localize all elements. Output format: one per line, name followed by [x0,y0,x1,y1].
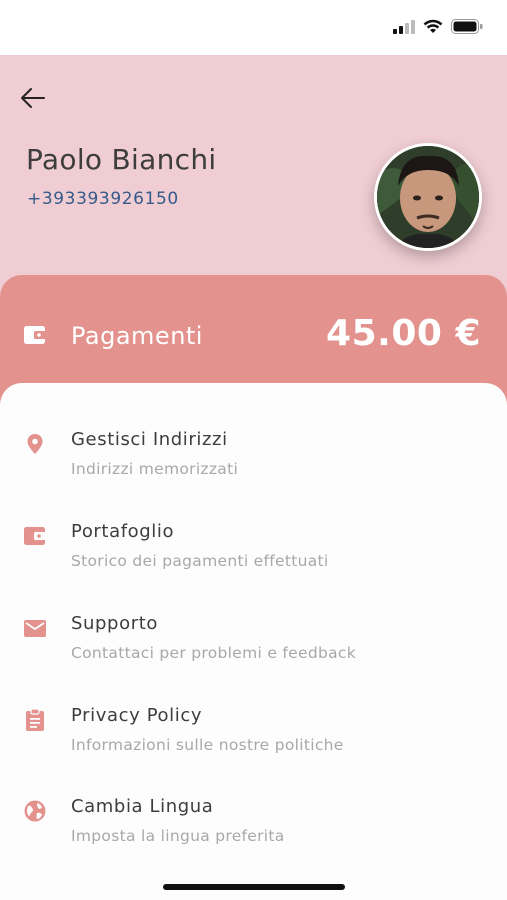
mail-icon [24,620,46,637]
menu-item-wallet[interactable]: Portafoglio Storico dei pagamenti effett… [0,521,507,597]
globe-icon [24,800,46,822]
menu-item-privacy-policy[interactable]: Privacy Policy Informazioni sulle nostre… [0,705,507,781]
status-bar [0,0,507,55]
menu-sheet: Gestisci Indirizzi Indirizzi memorizzati… [0,383,507,900]
wallet-icon [24,326,46,344]
menu-item-subtitle: Indirizzi memorizzati [71,460,239,478]
menu-item-title: Portafoglio [71,521,175,542]
battery-icon [451,19,483,34]
cellular-signal-icon [393,19,415,34]
menu-item-support[interactable]: Supporto Contattaci per problemi e feedb… [0,613,507,689]
wallet-icon [24,527,46,545]
menu-item-subtitle: Informazioni sulle nostre politiche [71,736,344,754]
menu-item-subtitle: Storico dei pagamenti effettuati [71,552,329,570]
profile-screen: Paolo Bianchi +393393926150 Pagamenti 45… [0,0,507,900]
status-icons [393,19,483,34]
user-phone: +393393926150 [27,189,179,209]
home-indicator[interactable] [163,884,345,890]
user-name: Paolo Bianchi [26,143,217,176]
back-button[interactable] [18,85,48,111]
arrow-left-icon [21,88,45,108]
avatar[interactable] [374,143,482,251]
clipboard-icon [26,709,44,731]
menu-item-title: Supporto [71,613,158,634]
payments-row[interactable]: Pagamenti 45.00 € [0,311,507,361]
menu-item-title: Cambia Lingua [71,796,214,817]
avatar-photo [377,146,479,248]
payments-label: Pagamenti [71,322,203,350]
menu-item-subtitle: Imposta la lingua preferita [71,827,285,845]
profile-header: Paolo Bianchi +393393926150 [0,55,507,295]
payments-amount: 45.00 € [326,313,481,354]
menu-item-manage-addresses[interactable]: Gestisci Indirizzi Indirizzi memorizzati [0,429,507,505]
menu-item-title: Gestisci Indirizzi [71,429,228,450]
wifi-icon [423,19,443,33]
menu-item-title: Privacy Policy [71,705,203,726]
location-pin-icon [27,434,43,454]
menu-item-change-language[interactable]: Cambia Lingua Imposta la lingua preferit… [0,796,507,872]
menu-item-subtitle: Contattaci per problemi e feedback [71,644,357,662]
